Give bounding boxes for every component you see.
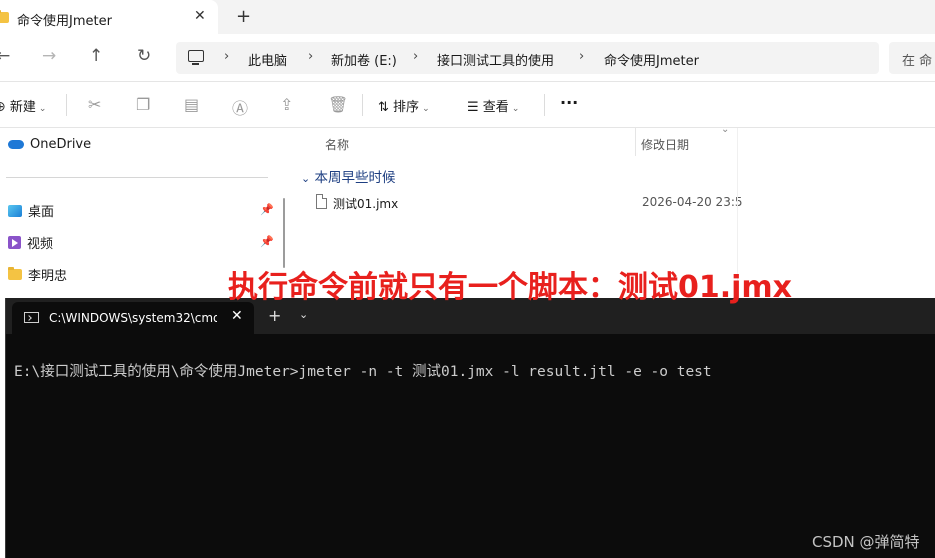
explorer-tab-title: 命令使用Jmeter	[17, 14, 112, 29]
search-input[interactable]: 在 命	[889, 42, 935, 74]
video-icon	[8, 236, 21, 249]
breadcrumb[interactable]: › 此电脑 › 新加卷 (E:) › 接口测试工具的使用 › 命令使用Jmete…	[176, 42, 879, 74]
new-label: 新建	[9, 100, 36, 115]
address-bar: ← → ↑ ↻ › 此电脑 › 新加卷 (E:) › 接口测试工具的使用 › 命…	[0, 34, 935, 82]
back-icon[interactable]: ←	[0, 46, 10, 66]
nav-item-folder[interactable]: 李明忠	[8, 265, 67, 284]
nav-item-label: 视频	[27, 237, 54, 252]
column-header-date[interactable]: 修改日期	[641, 136, 689, 153]
terminal-tab[interactable]: C:\WINDOWS\system32\cmd.exe ✕	[12, 302, 254, 334]
explorer-tab-bar: 命令使用Jmeter ✕ +	[0, 0, 935, 34]
toolbar-divider	[66, 94, 67, 116]
chevron-right-icon[interactable]: ›	[224, 49, 229, 64]
delete-icon[interactable]: 🗑	[328, 95, 348, 114]
breadcrumb-item[interactable]: 命令使用Jmeter	[604, 50, 699, 69]
folder-icon	[0, 10, 9, 23]
up-icon[interactable]: ↑	[89, 46, 103, 66]
pin-icon[interactable]: 📌	[260, 235, 274, 248]
annotation-text: 执行命令前就只有一个脚本：测试01.jmx	[228, 270, 793, 305]
sort-icon: ⇅	[378, 100, 389, 115]
command-bar: ⊕ 新建⌄ ✂ ❐ ▤ Ⓐ ⇪ 🗑 ⇅ 排序⌄ ☰ 查看⌄ ···	[0, 82, 935, 128]
sort-label: 排序	[393, 100, 420, 115]
view-icon: ☰	[467, 100, 479, 115]
view-label: 查看	[482, 100, 509, 115]
share-icon[interactable]: ⇪	[280, 95, 293, 114]
nav-item-label: 桌面	[28, 205, 55, 220]
terminal-tab-title: C:\WINDOWS\system32\cmd.exe	[49, 311, 217, 325]
sort-button[interactable]: ⇅ 排序 ⌄	[378, 96, 430, 115]
toolbar-divider	[544, 94, 545, 116]
group-header-label: 本周早些时候	[314, 170, 396, 186]
nav-divider	[6, 177, 268, 178]
close-icon[interactable]: ✕	[231, 308, 243, 324]
toolbar-divider	[362, 94, 363, 116]
file-modified: 2026-04-20 23:5	[642, 195, 743, 209]
refresh-icon[interactable]: ↻	[137, 46, 151, 66]
nav-item-label: 李明忠	[28, 269, 68, 284]
nav-item-desktop[interactable]: 桌面	[8, 201, 54, 220]
rename-icon[interactable]: Ⓐ	[232, 95, 248, 119]
column-header-name[interactable]: 名称	[325, 136, 349, 153]
chevron-down-icon: ⌄	[511, 104, 520, 114]
desktop-icon	[8, 204, 22, 217]
pin-icon[interactable]: 📌	[260, 203, 274, 216]
nav-scrollbar[interactable]	[283, 198, 285, 268]
new-tab-button[interactable]: +	[268, 306, 281, 325]
paste-icon[interactable]: ▤	[184, 95, 199, 114]
cmd-icon	[24, 312, 39, 323]
folder-icon	[8, 267, 22, 280]
nav-item-onedrive[interactable]: OneDrive	[8, 137, 91, 152]
group-header[interactable]: ⌄ 本周早些时候	[301, 166, 396, 186]
plus-circle-icon: ⊕	[0, 99, 6, 115]
onedrive-icon	[8, 140, 24, 149]
watermark: CSDN @弹简特	[812, 533, 920, 551]
file-name: 测试01.jmx	[333, 197, 399, 211]
chevron-down-icon: ⌄	[422, 104, 430, 114]
copy-icon[interactable]: ❐	[136, 95, 150, 114]
chevron-down-icon[interactable]: ⌄	[299, 308, 308, 321]
chevron-right-icon[interactable]: ›	[579, 49, 584, 64]
terminal-window: C:\WINDOWS\system32\cmd.exe ✕ + ⌄ E:\接口测…	[5, 298, 935, 558]
file-icon	[316, 194, 327, 209]
explorer-tab[interactable]: 命令使用Jmeter ✕	[0, 0, 218, 34]
nav-item-label: OneDrive	[30, 137, 92, 152]
view-button[interactable]: ☰ 查看 ⌄	[467, 96, 519, 115]
chevron-right-icon[interactable]: ›	[413, 49, 418, 64]
chevron-down-icon: ⌄	[38, 104, 47, 114]
nav-item-videos[interactable]: 视频	[8, 233, 53, 252]
table-row[interactable]: 测试01.jmx 2026-04-20 23:5	[291, 190, 743, 214]
new-button[interactable]: ⊕ 新建⌄	[0, 96, 46, 115]
chevron-down-icon: ⌄	[301, 172, 311, 185]
breadcrumb-item[interactable]: 此电脑	[248, 50, 287, 69]
chevron-down-icon: ⌄	[721, 124, 730, 135]
breadcrumb-item[interactable]: 接口测试工具的使用	[437, 50, 554, 69]
more-options-button[interactable]: ···	[560, 93, 578, 112]
chevron-right-icon[interactable]: ›	[308, 49, 313, 64]
search-placeholder: 在 命	[902, 54, 933, 69]
command-line[interactable]: E:\接口测试工具的使用\命令使用Jmeter>jmeter -n -t 测试0…	[14, 360, 712, 381]
this-pc-icon	[188, 50, 204, 65]
cut-icon[interactable]: ✂	[88, 95, 101, 114]
column-divider[interactable]	[635, 128, 636, 156]
close-icon[interactable]: ✕	[194, 8, 206, 24]
new-tab-button[interactable]: +	[236, 6, 251, 27]
breadcrumb-item[interactable]: 新加卷 (E:)	[331, 50, 397, 69]
forward-icon[interactable]: →	[42, 46, 56, 66]
